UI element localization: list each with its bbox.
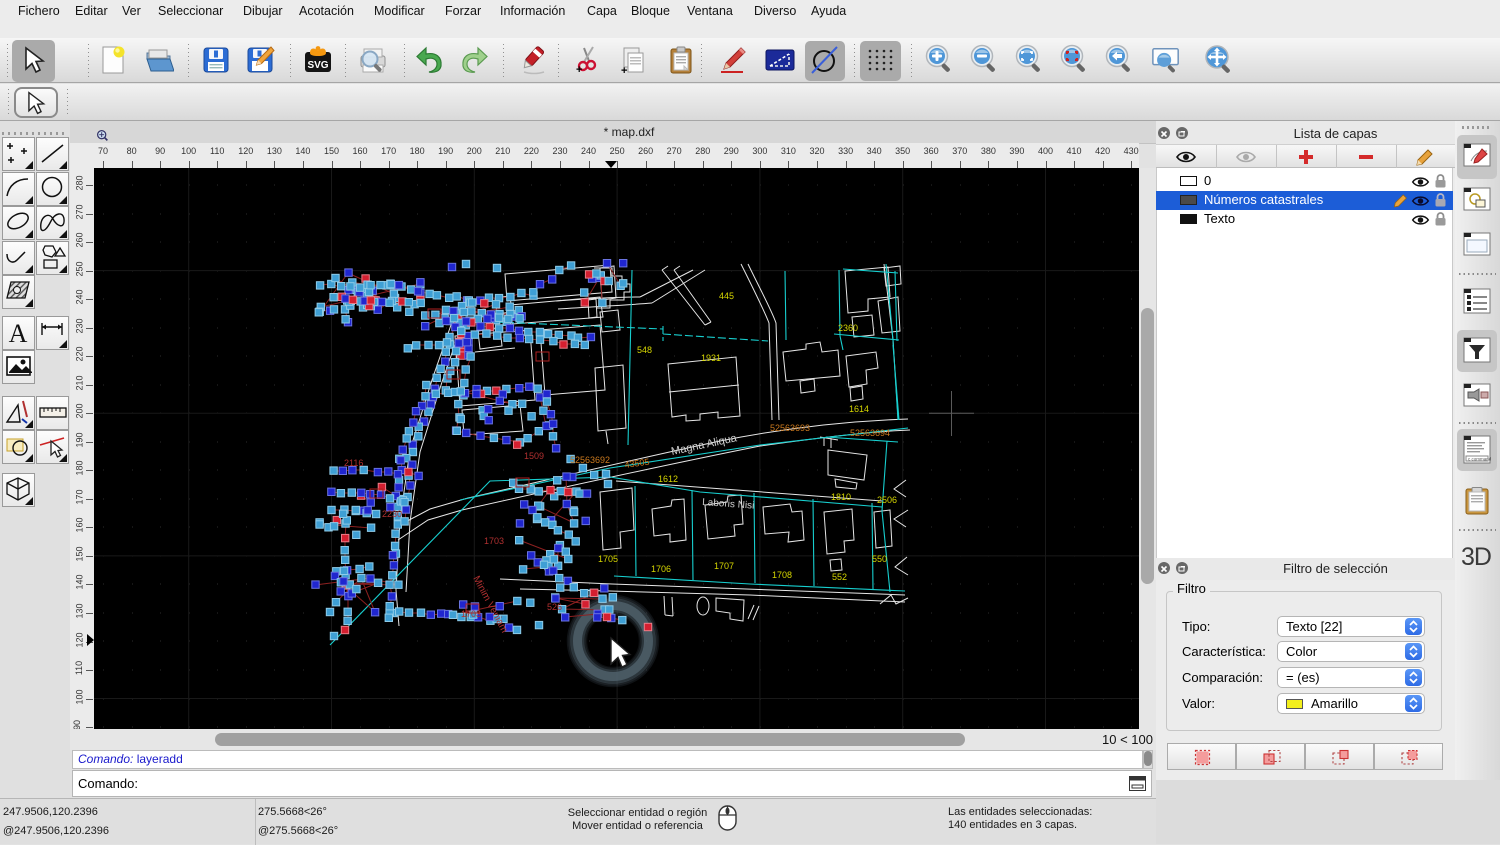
svg-text:52563692: 52563692 bbox=[570, 455, 610, 465]
svg-text:1612: 1612 bbox=[658, 474, 678, 484]
svg-text:1810: 1810 bbox=[831, 492, 851, 502]
svg-text:SVG: SVG bbox=[307, 60, 328, 71]
svg-text:1614: 1614 bbox=[849, 404, 869, 414]
svg-text:2116: 2116 bbox=[344, 458, 363, 468]
svg-text:548: 548 bbox=[637, 345, 652, 355]
svg-text:1706: 1706 bbox=[651, 564, 671, 574]
svg-text:550: 550 bbox=[872, 554, 887, 564]
svg-text:445: 445 bbox=[719, 291, 734, 301]
svg-text:526: 526 bbox=[547, 602, 562, 612]
svg-text:c command: c command bbox=[1468, 457, 1491, 462]
svg-text:A: A bbox=[9, 319, 28, 348]
svg-text:1705: 1705 bbox=[598, 554, 618, 564]
svg-text:1931: 1931 bbox=[701, 353, 721, 363]
svg-text:2506: 2506 bbox=[877, 495, 897, 505]
svg-text:+: + bbox=[621, 65, 627, 75]
svg-text:52563694: 52563694 bbox=[850, 428, 890, 438]
svg-text:1509: 1509 bbox=[524, 451, 544, 461]
svg-text:1703: 1703 bbox=[461, 609, 481, 619]
svg-text:2230: 2230 bbox=[382, 509, 402, 519]
svg-text:+: + bbox=[576, 64, 582, 75]
svg-text:552: 552 bbox=[832, 572, 847, 582]
svg-text:1707: 1707 bbox=[714, 561, 734, 571]
svg-text:1708: 1708 bbox=[772, 570, 792, 580]
svg-text:1703: 1703 bbox=[484, 536, 504, 546]
svg-text:52563693: 52563693 bbox=[770, 423, 810, 433]
svg-text:2360: 2360 bbox=[838, 323, 858, 333]
